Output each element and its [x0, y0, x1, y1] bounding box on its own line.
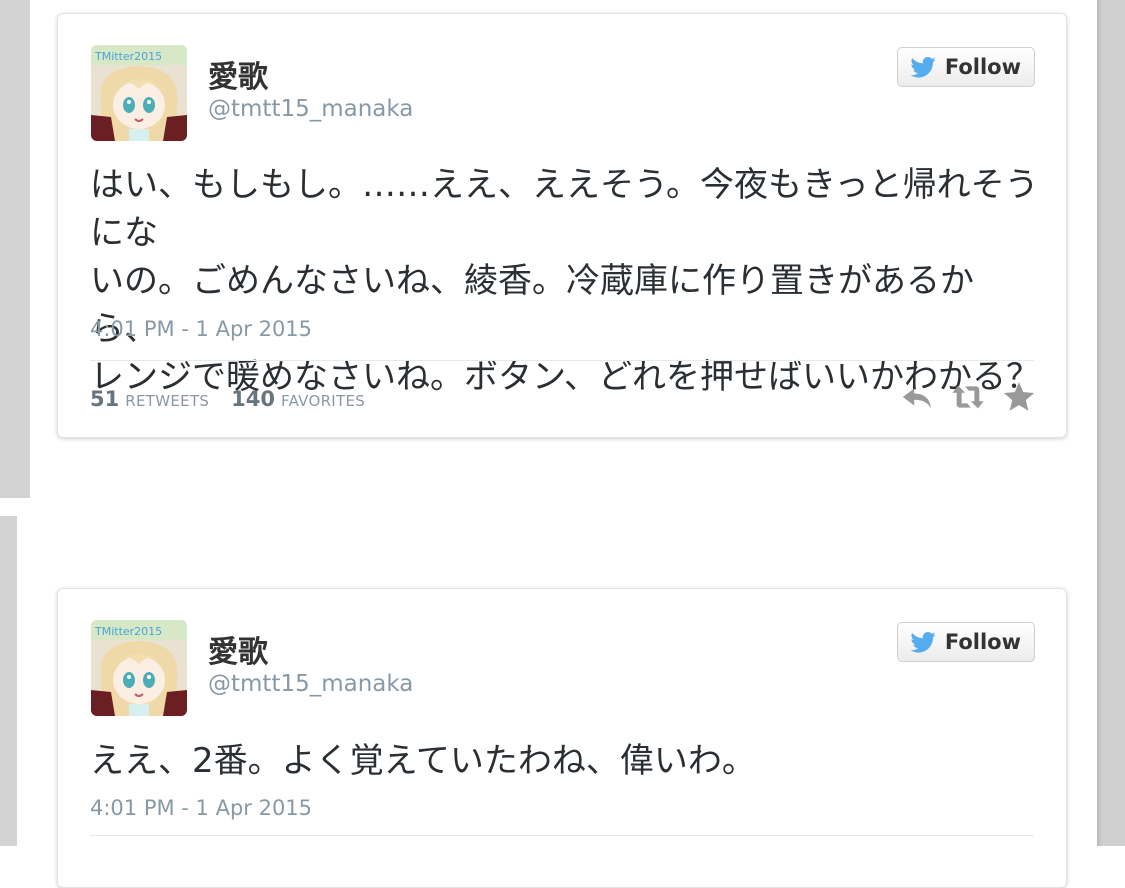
follow-label: Follow [944, 55, 1021, 79]
display-name[interactable]: 愛歌 [208, 52, 268, 96]
follow-button[interactable]: Follow [896, 47, 1035, 87]
page-margin-left [0, 0, 30, 498]
avatar[interactable]: TMitter2015 [91, 620, 187, 716]
user-handle[interactable]: @tmtt15_manaka [208, 96, 413, 122]
divider [90, 835, 1034, 836]
tweet-actions [900, 380, 1036, 414]
retweets-label[interactable]: RETWEETS [125, 392, 209, 410]
reply-icon[interactable] [900, 380, 934, 414]
divider [90, 360, 1034, 361]
svg-text:TMitter2015: TMitter2015 [94, 625, 162, 638]
timestamp[interactable]: 4:01 PM - 1 Apr 2015 [90, 317, 312, 341]
timestamp[interactable]: 4:01 PM - 1 Apr 2015 [90, 796, 312, 820]
follow-button[interactable]: Follow [896, 622, 1035, 662]
retweets-count[interactable]: 51 [90, 387, 119, 411]
user-handle[interactable]: @tmtt15_manaka [208, 671, 413, 697]
favorites-count[interactable]: 140 [231, 387, 275, 411]
tweet-text-line: ええ、2番。よく覚えていたわね、偉いわ。 [90, 741, 756, 781]
tweet-card: TMitter2015 愛歌 @tmtt15_manaka Follow はい、… [57, 13, 1067, 438]
avatar[interactable]: TMitter2015 [91, 45, 187, 141]
svg-text:TMitter2015: TMitter2015 [94, 50, 162, 63]
retweet-icon[interactable] [951, 380, 985, 414]
follow-label: Follow [944, 630, 1021, 654]
page-margin-left-lower [0, 516, 17, 846]
tweet-text: ええ、2番。よく覚えていたわね、偉いわ。 [90, 737, 1040, 785]
tweet-text: はい、もしもし。……ええ、ええそう。今夜もきっと帰れそうにな いの。ごめんなさい… [90, 161, 1040, 401]
page-margin-right [1097, 0, 1125, 498]
page-margin-right-lower [1097, 498, 1125, 846]
tweet-text-line: はい、もしもし。……ええ、ええそう。今夜もきっと帰れそうにな [90, 165, 1039, 253]
twitter-bird-icon [910, 56, 936, 78]
tweet-stats: 51 RETWEETS 140 FAVORITES [90, 387, 365, 411]
star-icon[interactable] [1002, 380, 1036, 414]
favorites-label[interactable]: FAVORITES [281, 392, 365, 410]
display-name[interactable]: 愛歌 [208, 627, 268, 671]
twitter-bird-icon [910, 631, 936, 653]
tweet-card: TMitter2015 愛歌 @tmtt15_manaka Follow ええ、… [57, 588, 1067, 888]
